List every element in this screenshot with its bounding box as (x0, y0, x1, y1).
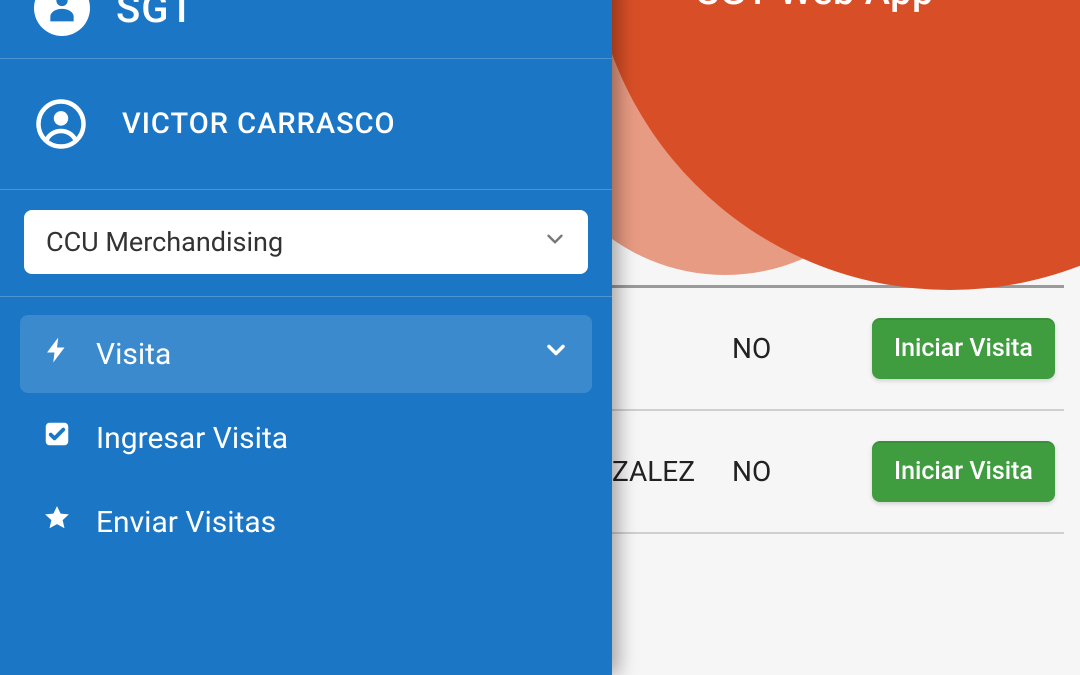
cell-accion: Iniciar Visita (872, 441, 1080, 502)
user-avatar-icon (34, 97, 88, 151)
company-select-value: CCU Merchandising (46, 226, 283, 258)
cell-prog: NO (732, 332, 872, 365)
sidebar-item-label: Visita (96, 337, 171, 372)
sidebar-user[interactable]: VICTOR CARRASCO (0, 59, 612, 189)
bolt-icon (42, 335, 72, 373)
chevron-down-icon (542, 336, 570, 372)
sidebar-item-label: Enviar Visitas (96, 505, 276, 540)
sidebar-menu: Visita Ingresar Visita (0, 297, 612, 561)
app-code: SGT (116, 0, 195, 32)
sidebar-header: SGT (0, 0, 612, 58)
promo-label: SGT Web App (605, 0, 1025, 14)
cell-name-fragment: ZALEZ (612, 455, 732, 488)
sidebar-item-visita[interactable]: Visita (20, 315, 592, 393)
checkbox-icon (42, 419, 72, 457)
start-visit-button[interactable]: Iniciar Visita (872, 318, 1055, 379)
chevron-down-icon (542, 226, 568, 259)
company-select[interactable]: CCU Merchandising (24, 210, 588, 274)
cell-prog: NO (732, 455, 872, 488)
sidebar-user-name: VICTOR CARRASCO (122, 107, 396, 141)
star-icon (42, 503, 72, 541)
sidebar-item-enviar-visitas[interactable]: Enviar Visitas (20, 483, 592, 561)
start-visit-button[interactable]: Iniciar Visita (872, 441, 1055, 502)
sidebar-item-label: Ingresar Visita (96, 421, 288, 456)
table-row: NO Iniciar Visita (612, 288, 1064, 411)
table-row: ZALEZ NO Iniciar Visita (612, 411, 1064, 534)
cell-accion: Iniciar Visita (872, 318, 1080, 379)
sidebar-item-ingresar-visita[interactable]: Ingresar Visita (20, 399, 592, 477)
sidebar-drawer: SGT VICTOR CARRASCO CCU Merchandising (0, 0, 612, 675)
company-select-wrap: CCU Merchandising (0, 190, 612, 296)
app-logo-icon (34, 0, 90, 36)
